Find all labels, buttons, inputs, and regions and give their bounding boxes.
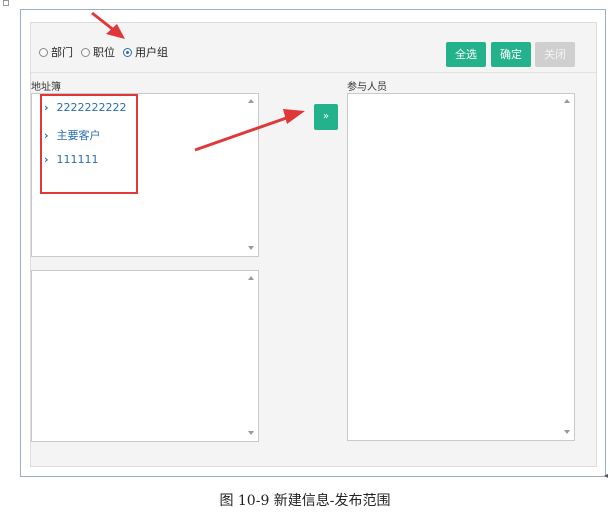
add-to-participants-button[interactable]: » <box>314 104 338 130</box>
address-book-list[interactable]: › 2222222222 › 主要客户 › 111111 <box>31 93 259 257</box>
confirm-button[interactable]: 确定 <box>491 42 531 67</box>
figure-caption: 图 10-9 新建信息-发布范围 <box>219 493 391 509</box>
scope-type-radio-group: 部门 职位 用户组 <box>39 44 176 60</box>
toolbar: 部门 职位 用户组 全选 确定 关闭 <box>31 23 596 73</box>
radio-circle-icon <box>81 47 90 57</box>
radio-department-label: 部门 <box>51 46 73 59</box>
scroll-up-icon <box>248 276 254 280</box>
scope-dialog: 部门 职位 用户组 全选 确定 关闭 地址簿 参与人员 › 2222222222 <box>30 22 597 467</box>
participants-scrollbar[interactable] <box>560 94 574 440</box>
select-all-button[interactable]: 全选 <box>446 42 486 67</box>
scroll-down-icon <box>248 246 254 250</box>
scroll-up-icon <box>564 99 570 103</box>
highlight-annotation <box>40 94 138 194</box>
radio-position-label: 职位 <box>93 46 115 59</box>
radio-user-group[interactable]: 用户组 <box>123 44 168 60</box>
radio-position[interactable]: 职位 <box>81 44 115 60</box>
radio-circle-icon <box>39 47 48 57</box>
radio-user-group-label: 用户组 <box>135 46 168 59</box>
radio-selected-icon <box>123 47 132 57</box>
member-list[interactable] <box>31 270 259 442</box>
participants-title: 参与人员 <box>347 82 387 93</box>
close-button[interactable]: 关闭 <box>535 42 575 67</box>
side-marker: ◂ <box>604 471 609 480</box>
scroll-down-icon <box>248 431 254 435</box>
corner-mark <box>3 0 9 6</box>
radio-department[interactable]: 部门 <box>39 44 73 60</box>
screenshot-frame: 部门 职位 用户组 全选 确定 关闭 地址簿 参与人员 › 2222222222 <box>20 9 606 477</box>
address-book-title: 地址簿 <box>31 82 61 93</box>
scroll-down-icon <box>564 430 570 434</box>
participants-list[interactable] <box>347 93 575 441</box>
address-book-scrollbar[interactable] <box>244 94 258 256</box>
scroll-up-icon <box>248 99 254 103</box>
member-list-scrollbar[interactable] <box>244 271 258 441</box>
